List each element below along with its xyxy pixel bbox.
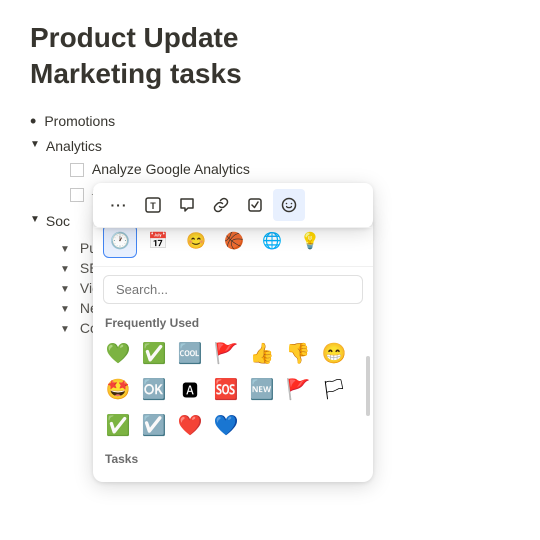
checkbox[interactable]	[70, 163, 84, 177]
emoji-grid-frequent: 💚 ✅ 🆒 🚩 👍 👎 😁 🤩 🆗 🅰 🆘 🆕 🚩 🏳 ✅ ☑️ ❤️ 💙	[93, 336, 373, 442]
expand-icon[interactable]	[60, 284, 70, 295]
checkbox-icon	[247, 197, 263, 213]
expand-icon[interactable]	[60, 324, 70, 335]
emoji-icon	[281, 197, 297, 213]
emoji-item[interactable]: 🆗	[137, 372, 171, 406]
emoji-item[interactable]: 🆕	[245, 372, 279, 406]
text-format-button[interactable]: T	[137, 189, 169, 221]
emoji-button[interactable]	[273, 189, 305, 221]
emoji-item[interactable]: ✅	[101, 408, 135, 442]
item-text: Analyze Google Analytics	[92, 159, 250, 180]
list-item: Analyze Google Analytics	[70, 157, 362, 182]
expand-icon[interactable]	[60, 304, 70, 315]
comment-button[interactable]	[171, 189, 203, 221]
emoji-item[interactable]: 😁	[317, 336, 351, 370]
category-symbols-button[interactable]: 🌐	[255, 224, 289, 258]
item-label: Soc	[46, 211, 70, 232]
comment-icon	[179, 197, 195, 213]
emoji-item[interactable]: 💙	[209, 408, 243, 442]
category-activities-button[interactable]: 🏀	[217, 224, 251, 258]
expand-icon[interactable]	[30, 139, 40, 150]
emoji-item[interactable]: 🆒	[173, 336, 207, 370]
emoji-item[interactable]: 🅰	[173, 372, 207, 406]
emoji-item[interactable]: 🚩	[281, 372, 315, 406]
emoji-item[interactable]: 🚩	[209, 336, 243, 370]
emoji-item[interactable]: 👎	[281, 336, 315, 370]
category-smileys-button[interactable]: 😊	[179, 224, 213, 258]
emoji-item[interactable]: 🤩	[101, 372, 135, 406]
frequently-used-title: Frequently Used	[93, 312, 373, 336]
emoji-item[interactable]: ☑️	[137, 408, 171, 442]
link-icon	[213, 197, 229, 213]
emoji-item[interactable]: 💚	[101, 336, 135, 370]
category-recent-button[interactable]: 🕐	[103, 224, 137, 258]
more-options-button[interactable]: ···	[103, 189, 135, 221]
toolbar-row: ··· T	[93, 183, 373, 228]
text-icon: T	[145, 197, 161, 213]
category-objects-button[interactable]: 💡	[293, 224, 327, 258]
checkbox[interactable]	[70, 188, 84, 202]
tasks-title: Tasks	[93, 448, 373, 472]
emoji-item[interactable]: ❤️	[173, 408, 207, 442]
checkbox-button[interactable]	[239, 189, 271, 221]
bullet-icon: •	[30, 111, 36, 133]
floating-toolbar: ··· T	[93, 183, 373, 228]
emoji-item[interactable]: ✅	[137, 336, 171, 370]
expand-icon[interactable]	[60, 244, 70, 255]
emoji-search-input[interactable]	[103, 275, 363, 304]
emoji-item[interactable]: 🆘	[209, 372, 243, 406]
expand-icon[interactable]	[60, 264, 70, 275]
svg-text:T: T	[150, 201, 156, 211]
emoji-item[interactable]: 👍	[245, 336, 279, 370]
category-calendar-button[interactable]: 📅	[141, 224, 175, 258]
item-label: Promotions	[44, 111, 115, 132]
expand-icon[interactable]	[30, 214, 40, 225]
emoji-picker: 🕐 📅 😊 🏀 🌐 💡 Frequently Used 💚 ✅ 🆒 🚩 👍 👎 …	[93, 216, 373, 482]
scrollbar[interactable]	[366, 356, 370, 416]
page-title: Product Update Marketing tasks	[30, 20, 510, 93]
link-button[interactable]	[205, 189, 237, 221]
item-label: Analytics	[46, 138, 102, 154]
emoji-item[interactable]: 🏳	[317, 372, 351, 406]
list-item: • Promotions	[30, 109, 510, 135]
